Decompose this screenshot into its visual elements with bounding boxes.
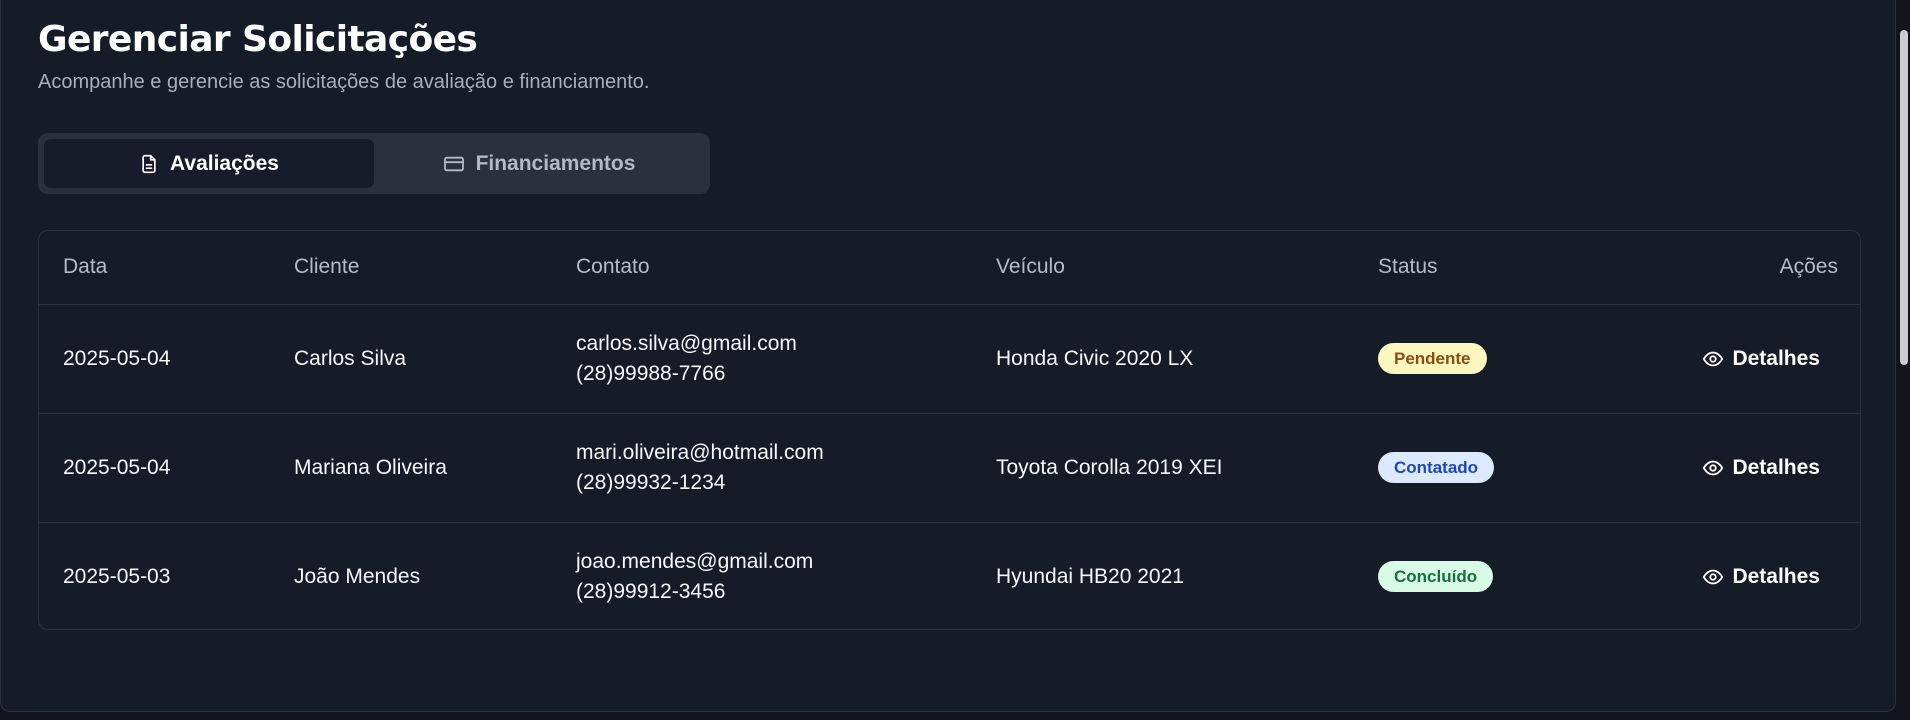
details-button[interactable]: Detalhes — [1684, 448, 1838, 488]
details-button[interactable]: Detalhes — [1684, 557, 1838, 597]
client-cell: João Mendes — [294, 564, 421, 588]
vehicle-cell: Honda Civic 2020 LX — [972, 304, 1354, 414]
tab-avaliacoes[interactable]: Avaliações — [44, 139, 374, 188]
request-type-tabs: Avaliações Financiamentos — [38, 133, 710, 194]
eye-icon — [1702, 457, 1724, 479]
header-cliente: Cliente — [270, 231, 552, 305]
details-button-label: Detalhes — [1732, 346, 1820, 370]
client-cell: Carlos Silva — [270, 304, 552, 414]
email-text: mari.oliveira@hotmail.com — [576, 440, 824, 464]
date-cell: 2025-05-04 — [39, 304, 270, 414]
requests-table-container: Data Cliente Contato Veículo Status Açõe… — [38, 230, 1861, 630]
header-acoes: Ações — [1654, 231, 1860, 305]
status-cell: Contatado — [1354, 413, 1654, 523]
status-cell: Pendente — [1354, 304, 1654, 414]
scrollbar-thumb[interactable] — [1900, 30, 1908, 365]
tab-avaliacoes-label: Avaliações — [170, 151, 279, 175]
client-cell: Mariana Oliveira — [270, 413, 552, 523]
tab-financiamentos-label: Financiamentos — [475, 151, 636, 175]
eye-icon — [1702, 566, 1724, 588]
date-cell: 2025-05-04 — [39, 413, 270, 523]
page-title: Gerenciar Solicitações — [38, 19, 478, 60]
header-veiculo: Veículo — [972, 231, 1354, 305]
document-icon — [139, 154, 159, 174]
phone-text: (28)99932-1234 — [576, 470, 726, 494]
header-contato: Contato — [552, 231, 972, 305]
email-text: carlos.silva@gmail.com — [576, 331, 797, 355]
header-data: Data — [39, 231, 270, 305]
details-button[interactable]: Detalhes — [1684, 339, 1838, 379]
status-cell: Concluído — [1354, 522, 1654, 629]
table-row: 2025-05-03 João Mendes joao.mendes@gmail… — [39, 522, 1860, 629]
actions-cell: Detalhes — [1654, 413, 1860, 523]
details-button-label: Detalhes — [1732, 455, 1820, 479]
status-badge: Concluído — [1378, 561, 1494, 593]
email-text: joao.mendes@gmail.com — [576, 549, 814, 573]
actions-cell: Detalhes — [1654, 304, 1860, 414]
eye-icon — [1702, 348, 1724, 370]
table-row: 2025-05-04 Carlos Silva carlos.silva@gma… — [39, 304, 1860, 414]
page-subtitle: Acompanhe e gerencie as solicitações de … — [38, 71, 650, 93]
table-header-row: Data Cliente Contato Veículo Status Açõe… — [39, 231, 1860, 305]
vehicle-cell: Hyundai HB20 2021 — [996, 564, 1184, 588]
credit-card-icon — [443, 155, 465, 173]
details-button-label: Detalhes — [1732, 564, 1820, 588]
table-header: Data Cliente Contato Veículo Status Açõe… — [39, 231, 1860, 305]
contact-cell: mari.oliveira@hotmail.com (28)99932-1234 — [552, 413, 972, 523]
requests-table: Data Cliente Contato Veículo Status Açõe… — [39, 231, 1860, 629]
page-scrollbar[interactable] — [1898, 0, 1910, 720]
contact-cell: joao.mendes@gmail.com (28)99912-3456 — [552, 522, 972, 629]
actions-cell: Detalhes — [1654, 522, 1860, 629]
date-cell: 2025-05-03 — [63, 564, 171, 588]
contact-cell: carlos.silva@gmail.com (28)99988-7766 — [552, 304, 972, 414]
phone-text: (28)99912-3456 — [576, 579, 726, 603]
status-badge: Contatado — [1378, 452, 1495, 483]
table-row: 2025-05-04 Mariana Oliveira mari.oliveir… — [39, 413, 1860, 523]
vehicle-cell: Toyota Corolla 2019 XEI — [972, 413, 1354, 523]
header-status: Status — [1354, 231, 1654, 305]
phone-text: (28)99988-7766 — [576, 361, 726, 385]
status-badge: Pendente — [1378, 343, 1487, 374]
table-body: 2025-05-04 Carlos Silva carlos.silva@gma… — [39, 304, 1860, 629]
requests-card: Gerenciar Solicitações Acompanhe e geren… — [0, 0, 1896, 712]
tab-financiamentos[interactable]: Financiamentos — [374, 139, 704, 188]
